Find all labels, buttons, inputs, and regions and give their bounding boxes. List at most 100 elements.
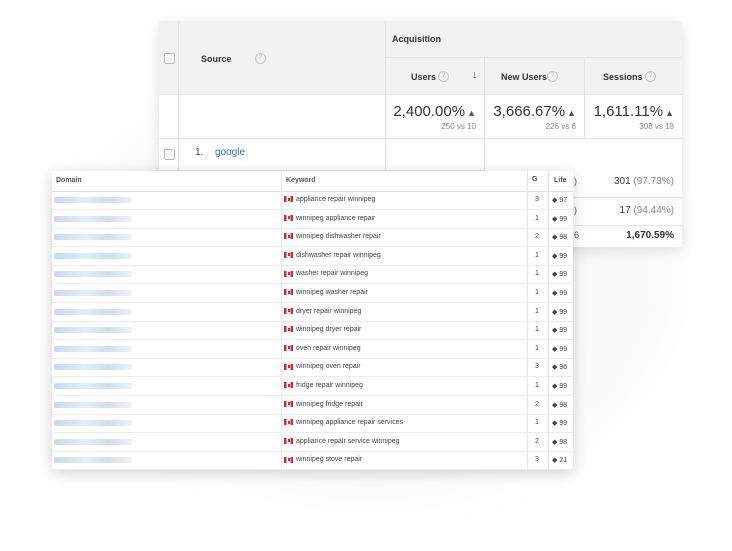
divider (574, 197, 682, 198)
life-score-cell: ◆ 98 (552, 438, 568, 446)
life-score-cell: ◆ 99 (552, 290, 568, 297)
life-score-cell: ◆ 99 (552, 252, 568, 260)
canada-flag-icon (284, 344, 293, 351)
life-score-cell: ◆ 99 (552, 308, 568, 316)
blurred-domain (54, 457, 132, 464)
select-all-checkbox[interactable] (164, 53, 175, 64)
life-score-cell: ◆ 99 (552, 420, 568, 428)
blurred-domain (54, 252, 132, 259)
canada-flag-icon (284, 437, 293, 444)
sessions-value: 301 (97.73%) (613, 176, 674, 187)
google-position-cell: 1 (535, 289, 539, 296)
source-link-google[interactable]: google (215, 147, 245, 158)
totals-label-cell (179, 95, 386, 139)
blurred-domain (54, 364, 132, 371)
blurred-domain (54, 308, 132, 315)
increase-arrow-icon: ▲ (665, 108, 674, 118)
keyword-cell: winnipeg dishwasher repair (284, 233, 381, 240)
row-users-cell (386, 139, 485, 171)
google-icon: G (532, 176, 538, 183)
google-position-cell: 1 (535, 307, 539, 315)
table-row: winnipeg washer repair 1 ◆ 99 (52, 284, 573, 303)
life-score-cell: ◆ 99 (552, 215, 568, 223)
canada-flag-icon (284, 363, 293, 370)
table-row: 1. google (179, 139, 386, 171)
keyword-cell: fridge repair winnipeg (284, 382, 363, 389)
table-row: washer repair winnipeg 1 ◆ 99 (52, 265, 573, 285)
google-position-cell: 2 (535, 233, 539, 241)
blurred-domain (54, 290, 132, 296)
life-score-cell: ◆ 98 (552, 401, 568, 409)
blurred-domain (54, 420, 132, 427)
users-column-header[interactable]: Users ? ↓ (386, 58, 485, 95)
keyword-cell: dishwasher repair winnipeg (284, 252, 381, 259)
sessions-column-header[interactable]: Sessions ? (585, 58, 682, 95)
keyword-cell: winnipeg stove repair (284, 456, 362, 463)
users-total-cell: 2,400.00% ▲ 250 vs 10 (386, 95, 485, 139)
acquisition-header: Acquisition (386, 21, 682, 58)
users-help-icon[interactable]: ? (438, 71, 449, 82)
life-column-header[interactable]: Life (554, 177, 566, 184)
blurred-domain (54, 438, 132, 445)
life-score-cell: ◆ 99 (552, 345, 568, 353)
google-position-cell: 3 (535, 363, 539, 371)
google-position-cell: 1 (535, 326, 539, 334)
sessions-total-comparison: 308 vs 18 (639, 122, 674, 131)
canada-flag-icon (284, 214, 293, 221)
google-position-cell: 1 (535, 344, 539, 352)
new-users-help-icon[interactable]: ? (547, 71, 558, 82)
life-score-cell: ◆ 21 (552, 457, 568, 465)
table-row: oven repair winnipeg 1 ◆ 99 (52, 340, 573, 359)
canada-flag-icon (284, 251, 293, 258)
life-score-cell: ◆ 99 (552, 271, 568, 279)
table-row: winnipeg oven repair 3 ◆ 96 (52, 358, 573, 378)
keyword-cell: appliance repair winnipeg (284, 196, 375, 203)
new-users-column-label: New Users (501, 72, 548, 82)
table-header: Domain Keyword G Life (52, 171, 573, 192)
sessions-column-label: Sessions (603, 72, 643, 82)
table-row: dishwasher repair winnipeg 1 ◆ 99 (52, 247, 573, 266)
domain-column-header[interactable]: Domain (56, 177, 82, 184)
users-total-percent: 2,400.00% ▲ (393, 103, 476, 120)
table-row: winnipeg appliance repair services 1 ◆ 99 (52, 414, 573, 434)
users-total-comparison: 250 vs 10 (441, 122, 476, 131)
sessions-total-cell: 1,611.11% ▲ 308 vs 18 (585, 95, 682, 139)
google-position-cell: 2 (535, 437, 539, 445)
google-position-cell: 3 (535, 196, 539, 203)
table-row: appliance repair service winnipeg 2 ◆ 98 (52, 433, 573, 452)
keyword-column-header[interactable]: Keyword (286, 177, 316, 184)
canada-flag-icon (284, 456, 293, 463)
acquisition-label: Acquisition (392, 34, 441, 44)
keyword-cell: dryer repair winnipeg (284, 308, 361, 315)
canada-flag-icon (284, 289, 293, 296)
source-help-icon[interactable]: ? (255, 53, 266, 64)
google-position-cell: 1 (535, 251, 539, 259)
keyword-ranking-table: Domain Keyword G Life appliance repair w… (52, 171, 573, 471)
life-score-cell: ◆ 96 (552, 364, 568, 372)
table-row: winnipeg dryer repair 1 ◆ 99 (52, 321, 573, 341)
google-position-cell: 1 (535, 382, 539, 389)
sessions-help-icon[interactable]: ? (645, 71, 656, 82)
row-checkbox[interactable] (164, 149, 175, 160)
google-position-cell: 2 (535, 400, 539, 408)
sort-descending-icon[interactable]: ↓ (472, 69, 478, 81)
keyword-cell: winnipeg dryer repair (284, 326, 361, 333)
new-users-total-percent: 3,666.67% ▲ (493, 103, 576, 120)
google-position-cell: 1 (535, 419, 539, 427)
google-position-cell: 1 (535, 214, 539, 222)
new-users-column-header[interactable]: New Users ? (485, 58, 585, 95)
keyword-cell: washer repair winnipeg (284, 270, 368, 277)
row-number: 1. (195, 147, 204, 158)
side-value-row: 6 1,670.59% (574, 230, 674, 241)
blurred-domain (54, 271, 132, 278)
increase-arrow-icon: ▲ (467, 108, 476, 118)
canada-flag-icon (284, 307, 293, 314)
blurred-domain (54, 197, 132, 203)
table-row: dryer repair winnipeg 1 ◆ 99 (52, 303, 573, 322)
keyword-cell: oven repair winnipeg (284, 345, 361, 352)
source-header[interactable]: Source ? (179, 21, 386, 95)
life-score-cell: ◆ 99 (552, 383, 568, 390)
table-row: winnipeg fridge repair 2 ◆ 98 (52, 396, 573, 415)
blurred-domain (54, 234, 132, 241)
side-value-row: ) 301 (97.73%) (574, 176, 674, 187)
